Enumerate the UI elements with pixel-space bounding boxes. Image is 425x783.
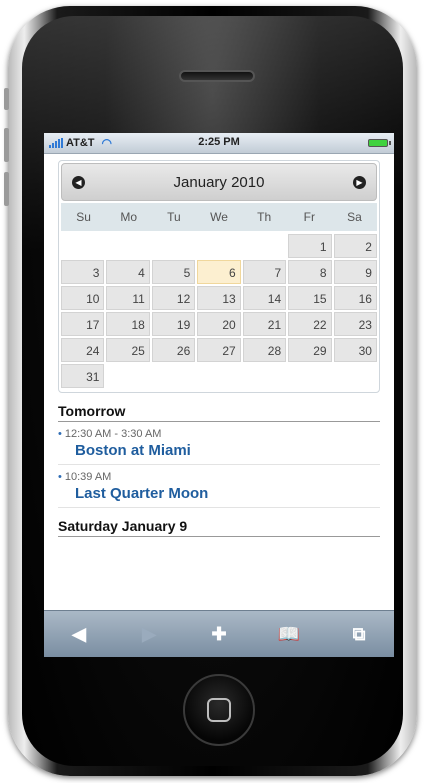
status-bar: AT&T ◠ 2:25 PM — [44, 133, 394, 154]
agenda-event[interactable]: 10:39 AM Last Quarter Moon — [58, 465, 380, 508]
day-cell[interactable]: 30 — [333, 338, 377, 362]
day-cell[interactable]: 16 — [333, 286, 377, 310]
event-time: 10:39 AM — [58, 471, 380, 483]
empty-day-cell — [152, 234, 195, 258]
screen: AT&T ◠ 2:25 PM ◀ January 2010 ▶ Su Mo Tu We… — [44, 133, 394, 657]
empty-day-cell — [243, 234, 286, 258]
empty-day-cell — [197, 234, 240, 258]
weekday-label: Th — [257, 210, 272, 224]
empty-day-cell — [197, 364, 240, 388]
day-cell[interactable]: 9 — [333, 260, 377, 284]
volume-down-button — [4, 172, 9, 206]
day-cell[interactable]: 17 — [61, 312, 105, 336]
empty-day-cell — [334, 364, 377, 388]
earpiece-speaker — [179, 70, 255, 82]
day-cell[interactable]: 5 — [151, 260, 196, 284]
status-time: 2:25 PM — [198, 136, 240, 148]
agenda-list: Tomorrow 12:30 AM - 3:30 AM Boston at Miam… — [44, 403, 394, 537]
day-cell[interactable]: 23 — [333, 312, 377, 336]
day-cell[interactable]: 13 — [197, 286, 241, 310]
day-cell[interactable]: 26 — [151, 338, 196, 362]
day-cell[interactable]: 18 — [106, 312, 150, 336]
bottom-toolbar: ◀ ▶ ✚ 📖 ⧉ — [44, 610, 394, 657]
day-cell[interactable]: 25 — [106, 338, 150, 362]
day-cell[interactable]: 12 — [151, 286, 196, 310]
day-cell[interactable]: 15 — [288, 286, 332, 310]
day-grid: 1 2 3 4 5 6 7 8 9 10 11 12 13 14 15 16 17 18 19 20 21 22 23 24 2… — [61, 231, 377, 390]
weekday-label: We — [210, 210, 228, 224]
day-cell[interactable]: 10 — [61, 286, 105, 310]
weekday-label: Fr — [303, 210, 315, 224]
weekday-label: Sa — [347, 210, 362, 224]
agenda-section-heading: Saturday January 9 — [58, 518, 380, 537]
day-cell[interactable]: 2 — [333, 234, 377, 258]
bookmarks-icon[interactable]: 📖 — [269, 619, 309, 649]
event-time: 12:30 AM - 3:30 AM — [58, 428, 380, 440]
day-cell[interactable]: 11 — [106, 286, 150, 310]
day-cell[interactable]: 4 — [106, 260, 150, 284]
day-cell[interactable]: 29 — [288, 338, 332, 362]
forward-arrow-icon[interactable]: ▶ — [129, 619, 169, 649]
agenda-event[interactable]: 12:30 AM - 3:30 AM Boston at Miami — [58, 422, 380, 465]
chevron-left-icon[interactable]: ◀ — [72, 175, 85, 189]
back-arrow-icon[interactable]: ◀ — [59, 619, 99, 649]
weekday-row: Su Mo Tu We Th Fr Sa — [61, 203, 377, 231]
day-cell[interactable]: 14 — [242, 286, 287, 310]
day-cell[interactable]: 3 — [61, 260, 105, 284]
empty-day-cell — [106, 364, 149, 388]
day-cell[interactable]: 19 — [151, 312, 196, 336]
calendar-content[interactable]: ◀ January 2010 ▶ Su Mo Tu We Th Fr Sa 12345678… — [44, 154, 394, 604]
empty-day-cell — [243, 364, 286, 388]
pages-icon[interactable]: ⧉ — [339, 619, 379, 649]
battery-icon — [368, 139, 391, 147]
mute-switch — [4, 88, 9, 110]
day-cell[interactable]: 28 — [242, 338, 287, 362]
volume-up-button — [4, 128, 9, 162]
agenda-section-heading: Tomorrow — [58, 403, 380, 422]
chevron-right-icon[interactable]: ▶ — [353, 175, 366, 189]
day-cell[interactable]: 8 — [288, 260, 332, 284]
day-cell[interactable]: 7 — [242, 260, 287, 284]
day-cell[interactable]: 20 — [197, 312, 241, 336]
home-square-icon — [207, 698, 231, 722]
empty-day-cell — [288, 364, 331, 388]
day-cell[interactable]: 22 — [288, 312, 332, 336]
weekday-label: Su — [76, 210, 91, 224]
empty-day-cell — [61, 234, 104, 258]
event-title[interactable]: Last Quarter Moon — [75, 485, 380, 502]
day-cell[interactable]: 1 — [288, 234, 332, 258]
empty-day-cell — [152, 364, 195, 388]
day-cell[interactable]: 24 — [61, 338, 105, 362]
day-cell[interactable]: 31 — [61, 364, 105, 388]
calendar-header: ◀ January 2010 ▶ — [61, 163, 377, 201]
month-label: January 2010 — [173, 173, 265, 191]
weekday-label: Tu — [167, 210, 181, 224]
empty-day-cell — [106, 234, 149, 258]
home-button[interactable] — [183, 674, 255, 746]
event-title[interactable]: Boston at Miami — [75, 442, 380, 459]
plus-icon[interactable]: ✚ — [199, 619, 239, 649]
day-cell-today[interactable]: 6 — [197, 260, 241, 284]
day-cell[interactable]: 27 — [197, 338, 241, 362]
day-cell[interactable]: 21 — [242, 312, 287, 336]
calendar-widget: ◀ January 2010 ▶ Su Mo Tu We Th Fr Sa 12345678… — [58, 160, 380, 393]
weekday-label: Mo — [120, 210, 138, 224]
